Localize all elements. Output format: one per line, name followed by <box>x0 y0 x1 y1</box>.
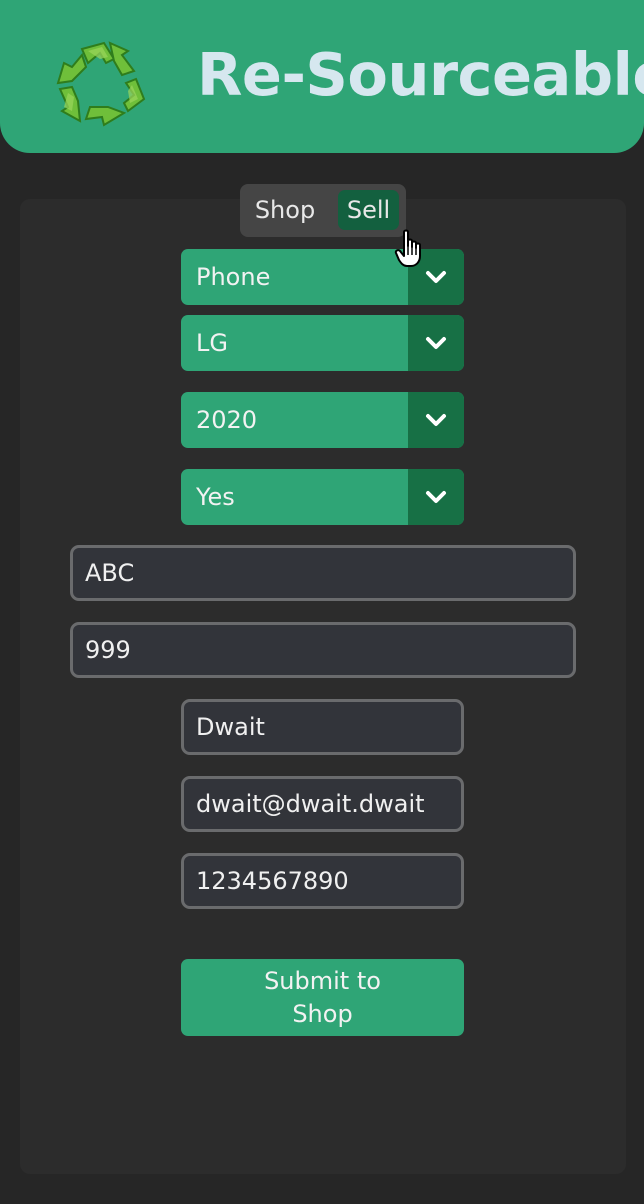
recycle-icon <box>52 37 152 133</box>
brand-select[interactable]: LG <box>181 315 464 371</box>
year-select[interactable]: 2020 <box>181 392 464 448</box>
submit-to-shop-button[interactable]: Submit to Shop <box>181 959 464 1036</box>
chevron-down-icon[interactable] <box>408 392 464 448</box>
email-input[interactable]: dwait@dwait.dwait <box>181 776 464 832</box>
app-title: Re-Sourceable <box>197 40 644 109</box>
price-input[interactable]: 999 <box>70 622 576 678</box>
model-input[interactable]: ABC <box>70 545 576 601</box>
toggle-shop-option[interactable]: Shop <box>246 190 324 230</box>
select-value: Yes <box>196 483 235 511</box>
mode-toggle: Shop Sell <box>240 184 406 237</box>
submit-button-label: Submit to Shop <box>264 966 381 1028</box>
hand-pointer-icon <box>394 229 428 269</box>
chevron-down-icon[interactable] <box>408 315 464 371</box>
app-header: Re-Sourceable <box>0 0 644 153</box>
select-value: LG <box>196 329 228 357</box>
select-value: Phone <box>196 263 271 291</box>
name-input[interactable]: Dwait <box>181 699 464 755</box>
chevron-down-icon[interactable] <box>408 469 464 525</box>
phone-input[interactable]: 1234567890 <box>181 853 464 909</box>
toggle-sell-option[interactable]: Sell <box>338 190 399 230</box>
working-select[interactable]: Yes <box>181 469 464 525</box>
select-value: 2020 <box>196 406 258 434</box>
